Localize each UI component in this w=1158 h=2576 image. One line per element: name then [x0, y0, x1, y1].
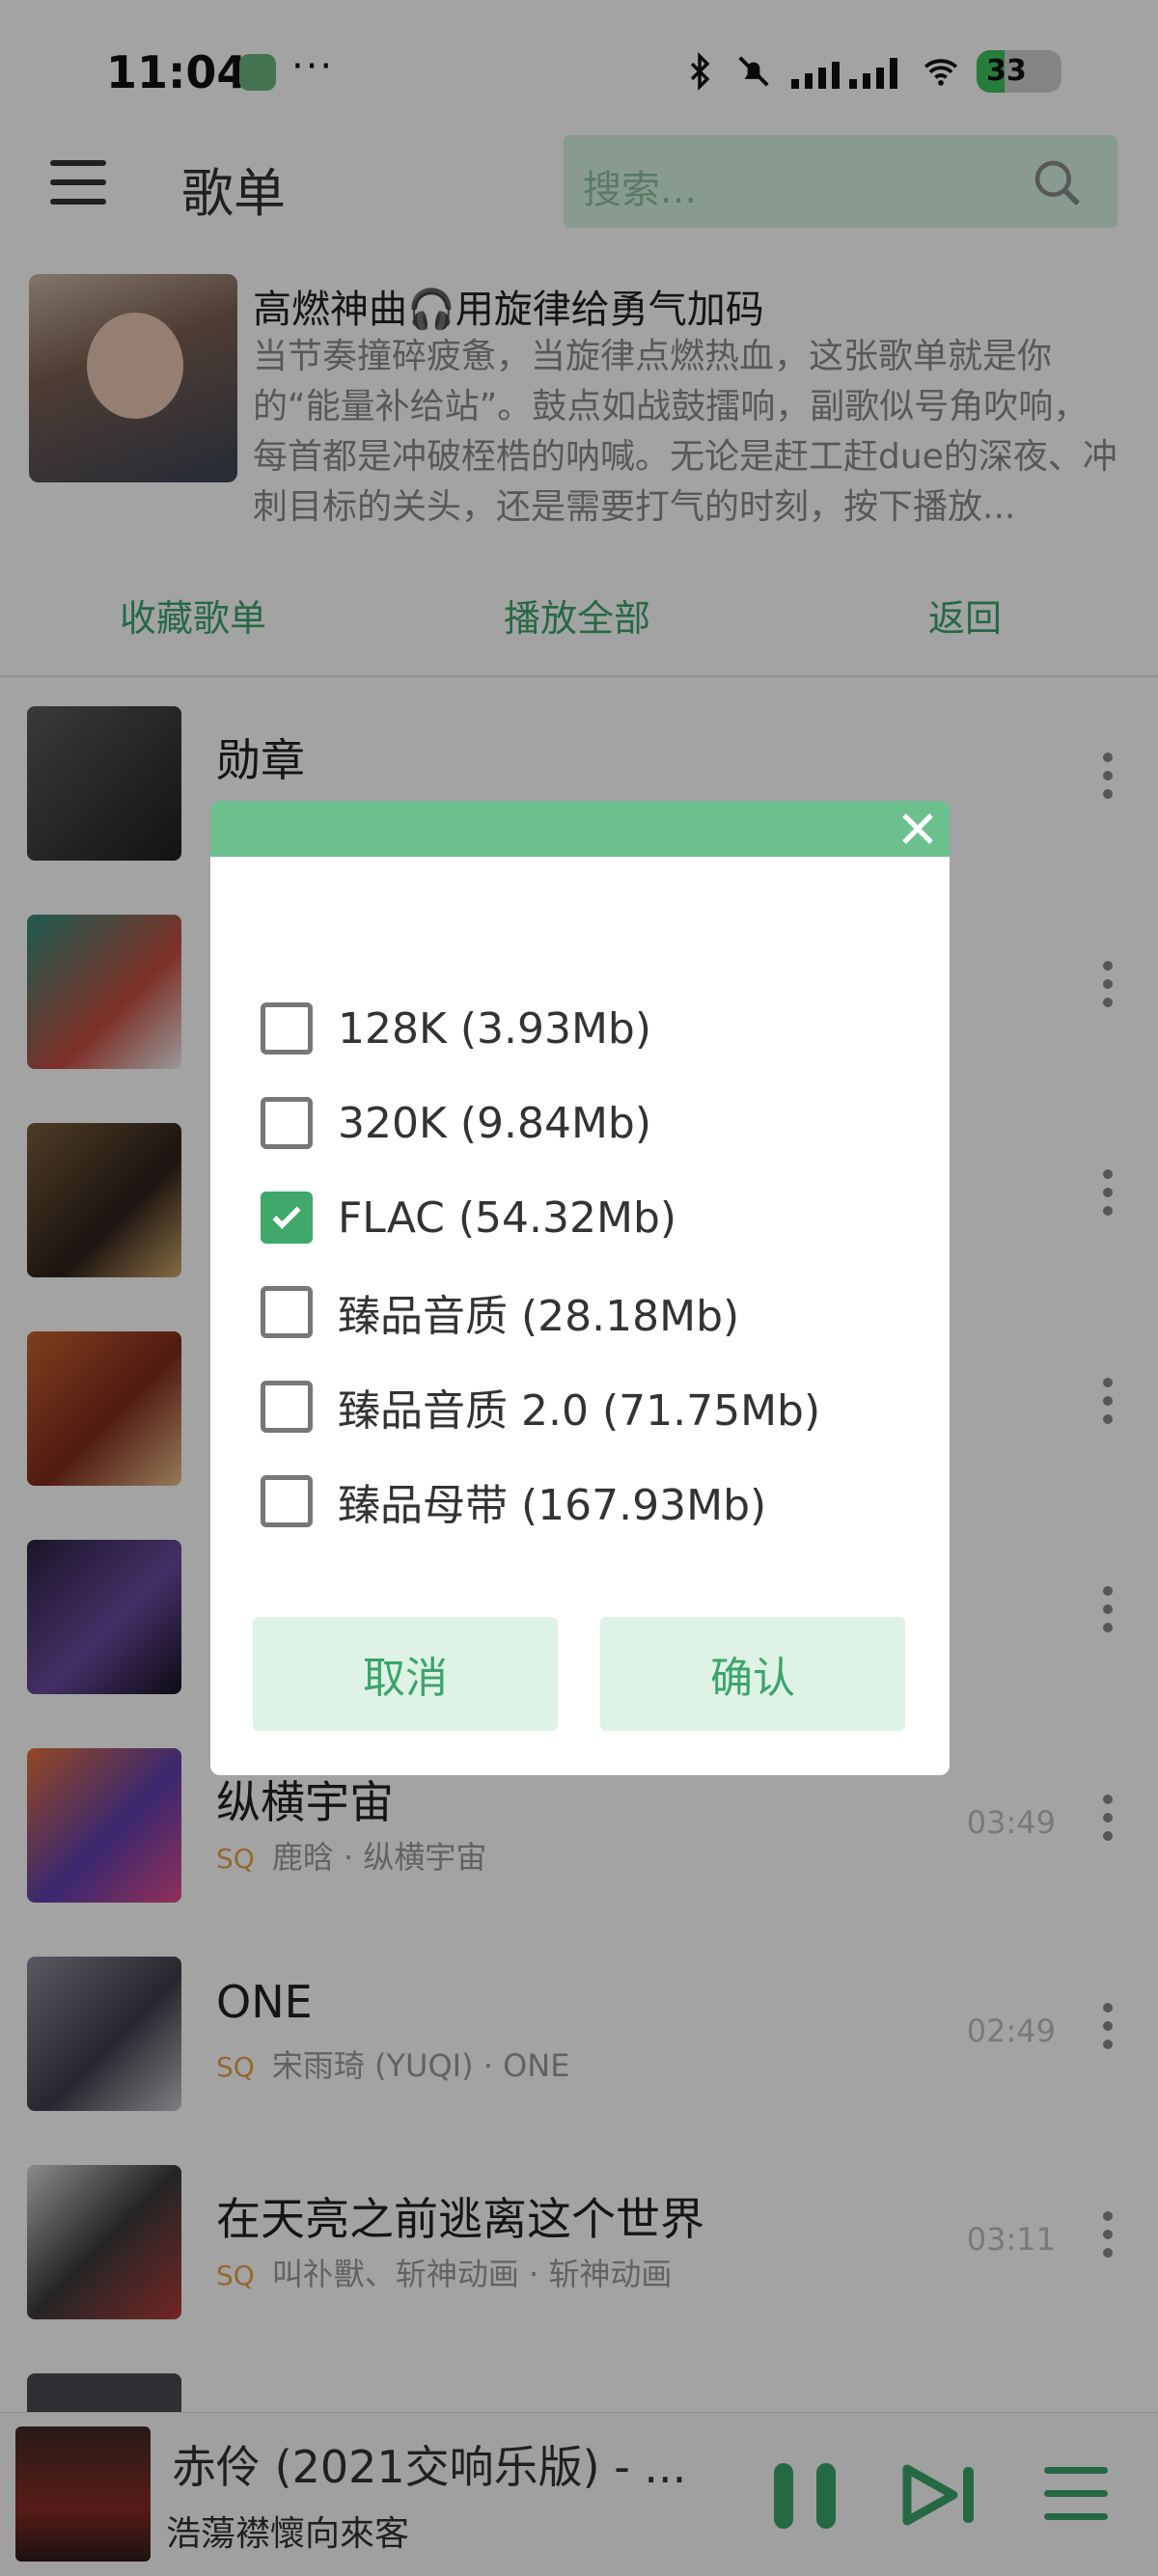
quality-option[interactable]: 臻品音质 (28.18Mb)	[261, 1283, 739, 1341]
check-icon	[272, 1206, 301, 1229]
quality-option[interactable]: 臻品母带 (167.93Mb)	[261, 1472, 766, 1530]
quality-option[interactable]: 128K (3.93Mb)	[261, 1000, 651, 1057]
quality-option-label: FLAC (54.32Mb)	[338, 1192, 677, 1243]
quality-option[interactable]: FLAC (54.32Mb)	[261, 1189, 676, 1247]
quality-option[interactable]: 320K (9.84Mb)	[261, 1094, 651, 1152]
checkbox[interactable]	[261, 1002, 313, 1055]
checkbox[interactable]	[261, 1381, 313, 1433]
quality-option-label: 臻品音质 2.0 (71.75Mb)	[338, 1386, 821, 1436]
quality-option-label: 128K (3.93Mb)	[338, 1003, 652, 1054]
cancel-button[interactable]: 取消	[253, 1617, 558, 1731]
quality-option-label: 臻品音质 (28.18Mb)	[338, 1292, 740, 1341]
checkbox[interactable]	[261, 1097, 313, 1149]
quality-option-label: 臻品母带 (167.93Mb)	[338, 1481, 767, 1530]
quality-dialog: 128K (3.93Mb) 320K (9.84Mb) FLAC (54.32M…	[210, 801, 950, 1775]
checkbox-checked[interactable]	[261, 1192, 313, 1244]
quality-option-label: 320K (9.84Mb)	[338, 1098, 652, 1148]
checkbox[interactable]	[261, 1475, 313, 1527]
close-icon[interactable]	[897, 808, 938, 849]
checkbox[interactable]	[261, 1286, 313, 1338]
confirm-button[interactable]: 确认	[600, 1617, 905, 1731]
dialog-header	[210, 801, 950, 857]
quality-option[interactable]: 臻品音质 2.0 (71.75Mb)	[261, 1378, 820, 1436]
